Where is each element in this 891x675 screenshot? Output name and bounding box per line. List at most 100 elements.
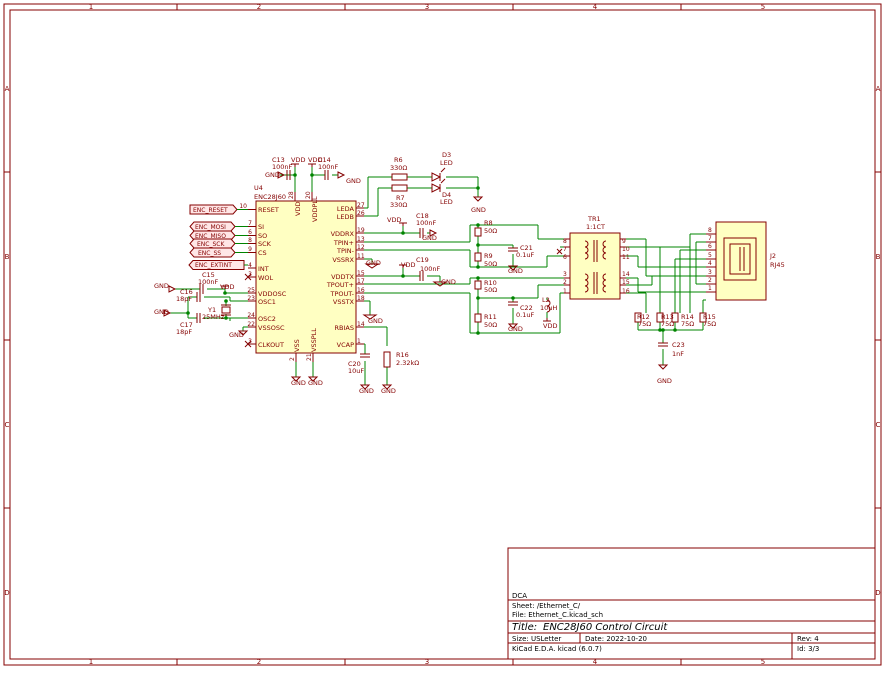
svg-text:VDD: VDD <box>543 322 557 330</box>
svg-text:RJ45: RJ45 <box>770 261 785 269</box>
svg-text:21: 21 <box>306 353 313 361</box>
svg-text:OSC1: OSC1 <box>258 298 276 306</box>
svg-text:TPOUT-: TPOUT- <box>330 290 355 298</box>
svg-text:10uH: 10uH <box>540 304 557 312</box>
row-label-right: C <box>876 421 881 429</box>
svg-text:6: 6 <box>563 254 567 261</box>
svg-text:VSSRX: VSSRX <box>332 256 354 264</box>
svg-text:75Ω: 75Ω <box>661 320 674 328</box>
svg-text:VSSOSC: VSSOSC <box>258 324 285 332</box>
col-label-bottom: 3 <box>425 658 429 666</box>
svg-text:50Ω: 50Ω <box>484 286 497 294</box>
svg-text:100nF: 100nF <box>420 265 441 273</box>
svg-text:27: 27 <box>357 202 365 209</box>
svg-text:R16: R16 <box>396 351 409 359</box>
title-sheet: Sheet: /Ethernet_C/ <box>512 602 581 610</box>
svg-text:ENC_MOSI: ENC_MOSI <box>195 224 226 231</box>
svg-text:LED: LED <box>440 198 453 206</box>
svg-text:GND: GND <box>359 387 374 395</box>
svg-text:11: 11 <box>622 254 630 261</box>
svg-text:GND: GND <box>508 325 523 333</box>
svg-text:WOL: WOL <box>258 274 274 282</box>
svg-text:100nF: 100nF <box>318 163 339 171</box>
svg-text:0.1uF: 0.1uF <box>516 311 534 319</box>
svg-text:ENC_RESET: ENC_RESET <box>193 207 228 214</box>
ic-u4: U4 ENC28J60 10 7 6 8 9 4 25 23 24 22 RES… <box>239 184 365 362</box>
svg-text:GND: GND <box>441 278 456 286</box>
svg-text:TR1: TR1 <box>587 215 601 223</box>
col-label-top: 2 <box>257 3 261 11</box>
svg-text:18pF: 18pF <box>176 328 192 336</box>
svg-text:1: 1 <box>563 288 567 295</box>
svg-text:ENC_SS: ENC_SS <box>198 250 221 257</box>
svg-text:25: 25 <box>247 287 255 294</box>
svg-text:4: 4 <box>248 262 252 269</box>
title-rev: Rev: 4 <box>797 635 819 643</box>
svg-text:LEDB: LEDB <box>337 213 354 221</box>
svg-text:14: 14 <box>357 321 365 328</box>
svg-text:RBIAS: RBIAS <box>335 324 354 332</box>
svg-text:VDDTX: VDDTX <box>331 273 354 281</box>
svg-text:GND: GND <box>381 387 396 395</box>
svg-text:2: 2 <box>708 277 712 284</box>
svg-text:22: 22 <box>247 321 255 328</box>
svg-text:5: 5 <box>708 252 712 259</box>
svg-text:R11: R11 <box>484 313 497 321</box>
svg-text:CS: CS <box>258 249 267 257</box>
row-label-left: C <box>5 421 10 429</box>
svg-text:16: 16 <box>622 288 630 295</box>
title-id: Id: 3/3 <box>797 645 819 653</box>
svg-text:7: 7 <box>248 220 252 227</box>
svg-text:VCAP: VCAP <box>337 341 354 349</box>
row-label-left: D <box>4 589 9 597</box>
col-label-top: 3 <box>425 3 429 11</box>
title-text: ENC28J60 Control Circuit <box>543 622 668 633</box>
svg-text:2: 2 <box>289 357 296 361</box>
svg-text:10: 10 <box>622 246 630 253</box>
svg-text:4: 4 <box>708 260 712 267</box>
svg-text:R8: R8 <box>484 219 493 227</box>
svg-text:SI: SI <box>258 223 264 231</box>
svg-text:2.32kΩ: 2.32kΩ <box>396 359 419 367</box>
svg-text:75Ω: 75Ω <box>681 320 694 328</box>
svg-text:GND: GND <box>291 379 306 387</box>
svg-text:VSSTX: VSSTX <box>333 298 355 306</box>
svg-text:6: 6 <box>708 243 712 250</box>
svg-text:26: 26 <box>357 210 365 217</box>
leds: D3 LED D4 LED <box>431 151 453 206</box>
svg-text:6: 6 <box>248 229 252 236</box>
svg-text:75Ω: 75Ω <box>638 320 651 328</box>
svg-text:VDDOSC: VDDOSC <box>258 290 287 298</box>
svg-text:75Ω: 75Ω <box>703 320 716 328</box>
global-labels: ENC_RESET ENC_MOSI ENC_MISO ENC_SCK ENC_… <box>188 204 245 270</box>
transformer-tr1: TR1 1:1CT 87 6 3 2 1 910 11 14 15 16 <box>556 215 630 300</box>
svg-text:GND: GND <box>422 234 437 242</box>
svg-text:8: 8 <box>563 238 567 245</box>
svg-text:330Ω: 330Ω <box>390 164 407 172</box>
svg-text:28: 28 <box>288 191 295 199</box>
svg-text:L2: L2 <box>542 296 550 304</box>
svg-text:VDD: VDD <box>401 261 415 269</box>
svg-text:VSSPLL: VSSPLL <box>310 328 318 352</box>
svg-text:100nF: 100nF <box>272 163 293 171</box>
svg-text:18: 18 <box>357 295 365 302</box>
svg-text:10: 10 <box>239 203 247 210</box>
inductor-l2: L2 10uH <box>540 296 557 313</box>
svg-text:TPIN-: TPIN- <box>336 247 355 255</box>
svg-text:ENC_SCK: ENC_SCK <box>197 241 225 248</box>
svg-text:23: 23 <box>247 295 255 302</box>
svg-text:8: 8 <box>708 227 712 234</box>
svg-text:1nF: 1nF <box>672 350 684 358</box>
svg-text:VDD: VDD <box>308 156 322 164</box>
svg-text:VDD: VDD <box>294 202 302 216</box>
svg-text:1: 1 <box>708 285 712 292</box>
title-size: Size: USLetter <box>512 635 561 643</box>
svg-text:LED: LED <box>440 159 453 167</box>
svg-text:19: 19 <box>357 227 365 234</box>
svg-text:LEDA: LEDA <box>337 205 355 213</box>
svg-text:3: 3 <box>708 269 712 276</box>
svg-text:J2: J2 <box>769 252 776 260</box>
svg-text:GND: GND <box>154 282 169 290</box>
title-block: DCA Sheet: /Ethernet_C/ File: Ethernet_C… <box>507 547 876 660</box>
svg-text:100nF: 100nF <box>198 278 219 286</box>
